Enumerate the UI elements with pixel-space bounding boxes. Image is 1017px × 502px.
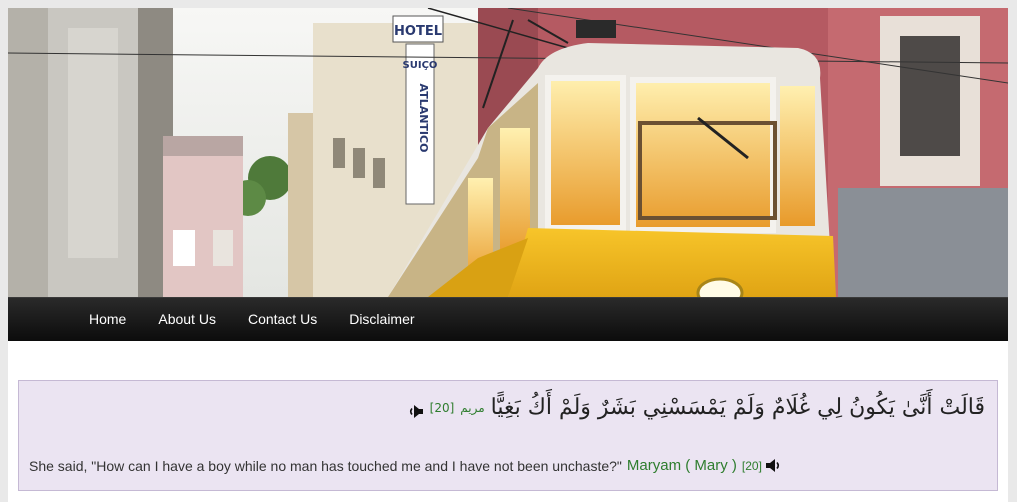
verse-box: قَالَتْ أَنَّىٰ يَكُونُ لِي غُلَامٌ وَلَ… <box>18 380 998 491</box>
hotel-sign-line-3: ATLANTICO <box>417 84 430 153</box>
nav-link-disclaimer[interactable]: Disclaimer <box>333 298 430 341</box>
verse-number: [20] <box>741 458 762 473</box>
nav-item-disclaimer: Disclaimer <box>333 298 430 341</box>
tram-street-image: HOTEL SUIÇO ATLANTICO <box>8 8 1008 297</box>
arabic-verse-line: قَالَتْ أَنَّىٰ يَكُونُ لِي غُلَامٌ وَلَ… <box>407 395 985 420</box>
nav-item-about: About Us <box>142 298 232 341</box>
hotel-sign-line-2: SUIÇO <box>403 60 438 71</box>
surah-link[interactable]: Maryam ( Mary ) <box>627 457 737 474</box>
speaker-icon <box>765 459 779 472</box>
header-photo: HOTEL SUIÇO ATLANTICO <box>8 8 1008 297</box>
arabic-surah-ref[interactable]: مريم <box>460 401 484 415</box>
nav-link-about-us[interactable]: About Us <box>142 298 232 341</box>
english-audio-speaker-icon[interactable] <box>765 458 782 473</box>
arabic-audio-speaker-icon[interactable] <box>407 400 424 418</box>
page: HOTEL SUIÇO ATLANTICO Home About Us Cont… <box>8 8 1008 502</box>
main-navigation: Home About Us Contact Us Disclaimer <box>8 297 1008 341</box>
nav-item-contact: Contact Us <box>232 298 333 341</box>
arabic-verse-text: قَالَتْ أَنَّىٰ يَكُونُ لِي غُلَامٌ وَلَ… <box>490 395 985 420</box>
arabic-verse-number: [20] <box>429 400 455 415</box>
nav-link-contact-us[interactable]: Contact Us <box>232 298 333 341</box>
nav-item-home: Home <box>73 298 142 341</box>
nav-link-home[interactable]: Home <box>73 298 142 341</box>
english-translation-line: She said, "How can I have a boy while no… <box>29 457 782 474</box>
nav-menu: Home About Us Contact Us Disclaimer <box>8 298 1008 341</box>
speaker-icon <box>409 405 423 418</box>
hotel-sign-text: HOTEL <box>394 24 442 39</box>
english-translation-text: She said, "How can I have a boy while no… <box>29 457 622 474</box>
